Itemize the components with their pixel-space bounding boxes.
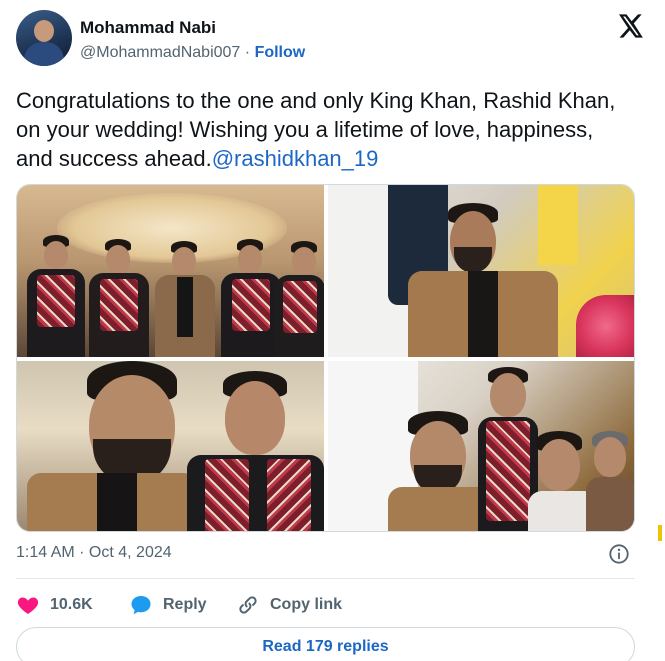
speech-bubble-icon	[131, 596, 151, 615]
photo-1[interactable]	[17, 185, 324, 357]
photo-2[interactable]	[328, 185, 634, 357]
heart-icon	[17, 597, 39, 614]
read-replies-button[interactable]: Read 179 replies	[16, 627, 635, 661]
author-name[interactable]: Mohammad Nabi	[80, 18, 216, 38]
tweet-timestamp[interactable]: 1:14 AM · Oct 4, 2024	[16, 544, 172, 562]
photo-4[interactable]	[328, 361, 634, 531]
reply-label: Reply	[163, 596, 207, 613]
avatar-body	[24, 42, 64, 66]
like-button[interactable]: 10.6K	[16, 590, 93, 620]
link-icon	[239, 596, 257, 614]
copy-link-button[interactable]: Copy link	[236, 590, 342, 620]
action-bar: 10.6K Reply Copy link	[16, 590, 635, 620]
author-handle[interactable]: @MohammadNabi007	[80, 44, 240, 61]
edge-marker	[658, 525, 662, 541]
photo-grid	[16, 184, 635, 532]
mention-link[interactable]: @rashidkhan_19	[212, 146, 379, 171]
divider	[16, 578, 635, 579]
tweet-text: Congratulations to the one and only King…	[16, 86, 631, 173]
tweet-header: Mohammad Nabi @MohammadNabi007 · Follow	[16, 10, 646, 68]
reply-button[interactable]: Reply	[129, 590, 207, 620]
photo-3[interactable]	[17, 361, 324, 531]
flowers	[576, 295, 634, 357]
copy-link-label: Copy link	[270, 596, 343, 613]
handle-separator: ·	[244, 44, 251, 61]
x-logo-icon[interactable]	[616, 12, 644, 40]
avatar-face	[34, 20, 54, 42]
avatar[interactable]	[16, 10, 72, 66]
follow-button[interactable]: Follow	[255, 44, 306, 61]
gold-decor	[538, 185, 578, 265]
author-handle-row: @MohammadNabi007 · Follow	[80, 44, 305, 62]
like-count: 10.6K	[50, 596, 93, 613]
info-icon[interactable]	[608, 543, 630, 565]
